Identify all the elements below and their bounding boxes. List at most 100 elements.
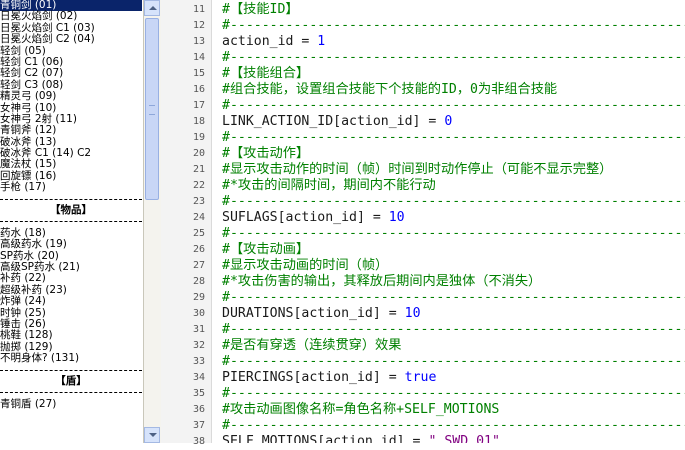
list-item[interactable]: 日冕火焰剑 C2 (04): [0, 33, 142, 45]
code-line[interactable]: #---------------------------------------…: [222, 226, 685, 242]
code-token: #【技能ID】: [222, 2, 299, 17]
line-number: 37: [192, 420, 205, 431]
code-token: action_id =: [222, 34, 318, 49]
code-line[interactable]: PIERCINGS[action_id] = true: [222, 370, 436, 386]
code-line[interactable]: #攻击动画图像名称=角色名称+SELF_MOTIONS: [222, 402, 499, 418]
code-token: 1: [317, 34, 326, 49]
list-item[interactable]: 高级药水 (19): [0, 238, 142, 250]
code-line[interactable]: #---------------------------------------…: [222, 322, 685, 338]
scroll-down-button[interactable]: [144, 427, 160, 443]
line-number: 36: [192, 404, 205, 415]
code-token: #显示攻击动作的时间（帧）时间到时动作停止（可能不显示完整）: [222, 162, 613, 177]
code-token: true: [404, 370, 437, 385]
line-number: 23: [192, 196, 205, 207]
code-token: #---------------------------------------…: [222, 418, 685, 433]
code-token: #显示攻击动画的时间（帧）: [222, 258, 389, 273]
line-number: 16: [192, 84, 205, 95]
code-editor[interactable]: #【技能ID】 #--------------------------------…: [222, 0, 685, 443]
code-token: #攻击动画图像名称=角色名称+SELF_MOTIONS: [222, 402, 500, 417]
list-item[interactable]: 青铜斧 (12): [0, 124, 142, 136]
line-number: 21: [192, 164, 205, 175]
list-item[interactable]: 桃鞋 (128): [0, 329, 142, 341]
code-line[interactable]: #【技能组合】: [222, 66, 309, 82]
code-token: #【技能组合】: [222, 66, 310, 81]
code-line[interactable]: #【攻击动画】: [222, 242, 309, 258]
line-number: 25: [192, 228, 205, 239]
code-token: #---------------------------------------…: [222, 50, 685, 65]
list-category-header[interactable]: 【盾】: [0, 375, 142, 387]
code-line[interactable]: #*攻击的间隔时间，期间内不能行动: [222, 178, 436, 194]
list-category-header[interactable]: 【物品】: [0, 204, 142, 216]
line-number: 19: [192, 132, 205, 143]
line-number: 13: [192, 36, 205, 47]
code-line[interactable]: #【技能ID】: [222, 2, 299, 18]
line-number: 15: [192, 68, 205, 79]
code-token: #【攻击动作】: [222, 146, 310, 161]
code-token: 10: [388, 210, 405, 225]
code-token: #---------------------------------------…: [222, 18, 685, 33]
line-number: 27: [192, 260, 205, 271]
code-line[interactable]: #---------------------------------------…: [222, 98, 685, 114]
list-item[interactable]: 炸弹 (24): [0, 295, 142, 307]
list-item[interactable]: 精灵弓 (09): [0, 90, 142, 102]
code-token: #---------------------------------------…: [222, 322, 685, 337]
code-line[interactable]: LINK_ACTION_ID[action_id] = 0: [222, 114, 452, 130]
code-token: #*攻击伤害的输出，其释放后期间内是独体（不消失）: [222, 274, 542, 289]
scroll-thumb[interactable]: [145, 18, 159, 200]
code-line[interactable]: SELF_MOTIONS[action_id] = "_SWD_01": [222, 434, 500, 443]
line-number: 26: [192, 244, 205, 255]
code-token: #---------------------------------------…: [222, 194, 685, 209]
code-token: #---------------------------------------…: [222, 386, 685, 401]
code-line[interactable]: #---------------------------------------…: [222, 386, 685, 402]
grip-icon: [149, 105, 155, 115]
line-number: 38: [192, 436, 205, 447]
code-line[interactable]: action_id = 1: [222, 34, 325, 50]
list-separator: [0, 194, 142, 205]
code-line[interactable]: #---------------------------------------…: [222, 290, 685, 306]
list-item[interactable]: 不明身体? (131): [0, 352, 142, 364]
code-line[interactable]: DURATIONS[action_id] = 10: [222, 306, 421, 322]
script-list-panel[interactable]: 青铜剑 (01) 日冕火焰剑 (02) 日冕火焰剑 C1 (03) 日冕火焰剑 C2 …: [0, 0, 142, 443]
line-number: 31: [192, 324, 205, 335]
code-token: PIERCINGS[action_id] =: [222, 370, 405, 385]
code-token: #---------------------------------------…: [222, 226, 685, 241]
script-list-scrollbar[interactable]: [143, 0, 161, 443]
code-line[interactable]: #---------------------------------------…: [222, 418, 685, 434]
code-token: #是否有穿透（连续贯穿）效果: [222, 338, 402, 353]
code-line[interactable]: #---------------------------------------…: [222, 18, 685, 34]
code-line[interactable]: #---------------------------------------…: [222, 194, 685, 210]
line-number: 11: [192, 4, 205, 15]
code-line[interactable]: #---------------------------------------…: [222, 130, 685, 146]
code-line[interactable]: #显示攻击动作的时间（帧）时间到时动作停止（可能不显示完整）: [222, 162, 612, 178]
list-item[interactable]: 手枪 (17): [0, 181, 142, 193]
line-number: 22: [192, 180, 205, 191]
list-separator: [0, 216, 142, 227]
code-line[interactable]: #是否有穿透（连续贯穿）效果: [222, 338, 401, 354]
arrow-down-icon: [149, 433, 157, 437]
list-separator: [0, 365, 142, 376]
line-number: 32: [192, 340, 205, 351]
line-number: 29: [192, 292, 205, 303]
code-line[interactable]: #---------------------------------------…: [222, 354, 685, 370]
scroll-up-button[interactable]: [144, 0, 160, 16]
code-line[interactable]: SUFLAGS[action_id] = 10: [222, 210, 405, 226]
code-line[interactable]: #显示攻击动画的时间（帧）: [222, 258, 388, 274]
code-token: "_SWD_01": [428, 434, 500, 443]
code-token: LINK_ACTION_ID[action_id] =: [222, 114, 445, 129]
line-number: 24: [192, 212, 205, 223]
code-token: 0: [444, 114, 453, 129]
line-number: 35: [192, 388, 205, 399]
line-number: 30: [192, 308, 205, 319]
list-item[interactable]: 青铜盾 (27): [0, 398, 142, 410]
line-number: 34: [192, 372, 205, 383]
code-line[interactable]: #*攻击伤害的输出，其释放后期间内是独体（不消失）: [222, 274, 541, 290]
code-line[interactable]: #【攻击动作】: [222, 146, 309, 162]
code-token: SELF_MOTIONS[action_id] =: [222, 434, 429, 443]
code-line[interactable]: #组合技能，设置组合技能下个技能的ID，0为非组合技能: [222, 82, 557, 98]
arrow-up-icon: [149, 6, 157, 10]
code-token: #*攻击的间隔时间，期间内不能行动: [222, 178, 436, 193]
code-token: #---------------------------------------…: [222, 290, 685, 305]
code-line[interactable]: #---------------------------------------…: [222, 50, 685, 66]
line-number: 14: [192, 52, 205, 63]
line-number: 12: [192, 20, 205, 31]
